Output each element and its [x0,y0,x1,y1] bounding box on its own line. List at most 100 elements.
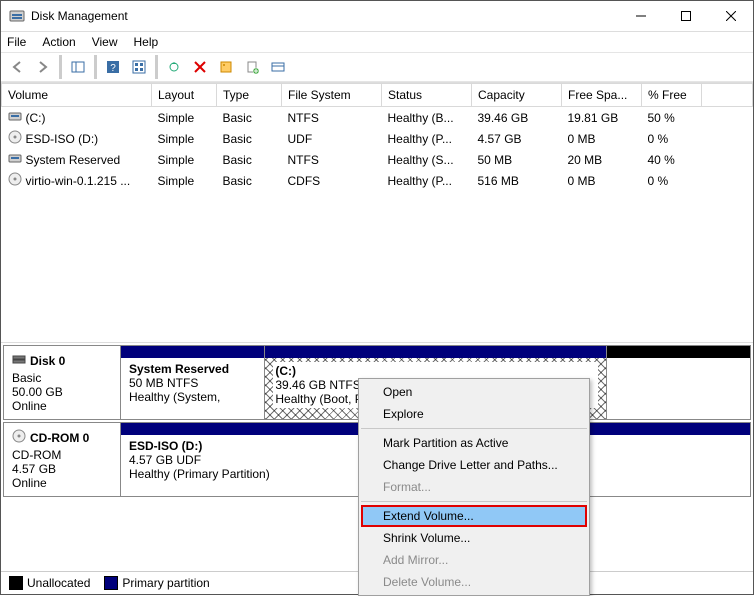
partition-name: (C:) [275,364,595,378]
cell-status: Healthy (B... [382,107,472,129]
col-type[interactable]: Type [217,84,282,107]
svg-text:?: ? [110,63,116,74]
col-volume[interactable]: Volume [2,84,152,107]
cell-type: Basic [217,170,282,191]
partition-band [265,346,605,358]
cell-layout: Simple [152,170,217,191]
separator [94,55,97,79]
table-row[interactable]: (C:)SimpleBasicNTFSHealthy (B...39.46 GB… [2,107,753,129]
volume-name: ESD-ISO (D:) [26,132,99,146]
window-title: Disk Management [31,9,618,23]
cell-layout: Simple [152,107,217,129]
context-menu: Open Explore Mark Partition as Active Ch… [358,378,590,596]
volume-name: System Reserved [26,153,121,167]
cell-pfree: 50 % [642,107,702,129]
menu-view[interactable]: View [92,35,118,49]
drive-icon [8,151,22,168]
disk-info[interactable]: CD-ROM 0CD-ROM4.57 GBOnline [4,423,121,496]
partition-name: System Reserved [129,362,256,376]
cell-free: 19.81 GB [562,107,642,129]
disk-management-window: Disk Management File Action View Help ? … [0,0,754,595]
minimize-button[interactable] [618,1,663,31]
partition-status: Healthy (System, [129,390,256,404]
cell-free: 0 MB [562,128,642,149]
cell-pfree: 0 % [642,170,702,191]
cell-status: Healthy (P... [382,170,472,191]
menu-action[interactable]: Action [42,35,75,49]
col-pfree[interactable]: % Free [642,84,702,107]
separator [59,55,62,79]
col-free[interactable]: Free Spa... [562,84,642,107]
menu-file[interactable]: File [7,35,26,49]
ctx-open[interactable]: Open [361,381,587,403]
view-button[interactable] [266,55,290,79]
toolbar: ? [1,52,753,82]
cell-layout: Simple [152,128,217,149]
cell-type: Basic [217,128,282,149]
cd-icon [12,429,26,446]
disk-size: 50.00 GB [12,385,112,399]
partition-size: 50 MB NTFS [129,376,256,390]
primary-swatch [104,576,118,590]
partition-band [121,346,264,358]
menu-help[interactable]: Help [134,35,159,49]
partition[interactable]: System Reserved50 MB NTFSHealthy (System… [121,346,265,419]
disk-kind: Basic [12,371,112,385]
legend-unallocated: Unallocated [9,576,90,591]
properties-button[interactable] [214,55,238,79]
col-layout[interactable]: Layout [152,84,217,107]
maximize-button[interactable] [663,1,708,31]
menubar: File Action View Help [1,32,753,52]
ctx-extend-volume[interactable]: Extend Volume... [361,505,587,527]
cell-pfree: 0 % [642,128,702,149]
separator [361,501,587,502]
disk-size: 4.57 GB [12,462,112,476]
ctx-mark-active[interactable]: Mark Partition as Active [361,432,587,454]
cell-free: 20 MB [562,149,642,170]
separator [361,428,587,429]
cell-fs: CDFS [282,170,382,191]
delete-button[interactable] [188,55,212,79]
unallocated-space[interactable] [607,346,750,419]
help-button[interactable]: ? [101,55,125,79]
cell-fs: NTFS [282,149,382,170]
close-button[interactable] [708,1,753,31]
cell-capacity: 50 MB [472,149,562,170]
volume-list[interactable]: Volume Layout Type File System Status Ca… [1,82,753,343]
cd-icon [8,130,22,147]
col-capacity[interactable]: Capacity [472,84,562,107]
disk-state: Online [12,476,112,490]
disk-info[interactable]: Disk 0Basic50.00 GBOnline [4,346,121,419]
back-button[interactable] [5,55,29,79]
separator [155,55,158,79]
show-panel-button[interactable] [66,55,90,79]
cell-capacity: 4.57 GB [472,128,562,149]
cell-capacity: 39.46 GB [472,107,562,129]
cell-layout: Simple [152,149,217,170]
table-row[interactable]: ESD-ISO (D:)SimpleBasicUDFHealthy (P...4… [2,128,753,149]
cell-fs: NTFS [282,107,382,129]
ctx-change-letter[interactable]: Change Drive Letter and Paths... [361,454,587,476]
refresh-button[interactable] [162,55,186,79]
ctx-shrink-volume[interactable]: Shrink Volume... [361,527,587,549]
new-button[interactable] [240,55,264,79]
forward-button[interactable] [31,55,55,79]
ctx-delete-volume: Delete Volume... [361,571,587,593]
partition-band [607,346,750,358]
cell-pfree: 40 % [642,149,702,170]
table-row[interactable]: System ReservedSimpleBasicNTFSHealthy (S… [2,149,753,170]
drive-icon [8,109,22,126]
col-fs[interactable]: File System [282,84,382,107]
hdd-icon [12,352,26,369]
table-row[interactable]: virtio-win-0.1.215 ...SimpleBasicCDFSHea… [2,170,753,191]
disk-name: CD-ROM 0 [30,431,89,445]
ctx-explore[interactable]: Explore [361,403,587,425]
ctx-add-mirror: Add Mirror... [361,549,587,571]
cell-capacity: 516 MB [472,170,562,191]
cd-icon [8,172,22,189]
disk-name: Disk 0 [30,354,65,368]
settings-button[interactable] [127,55,151,79]
ctx-format: Format... [361,476,587,498]
col-status[interactable]: Status [382,84,472,107]
col-spacer [702,84,753,107]
